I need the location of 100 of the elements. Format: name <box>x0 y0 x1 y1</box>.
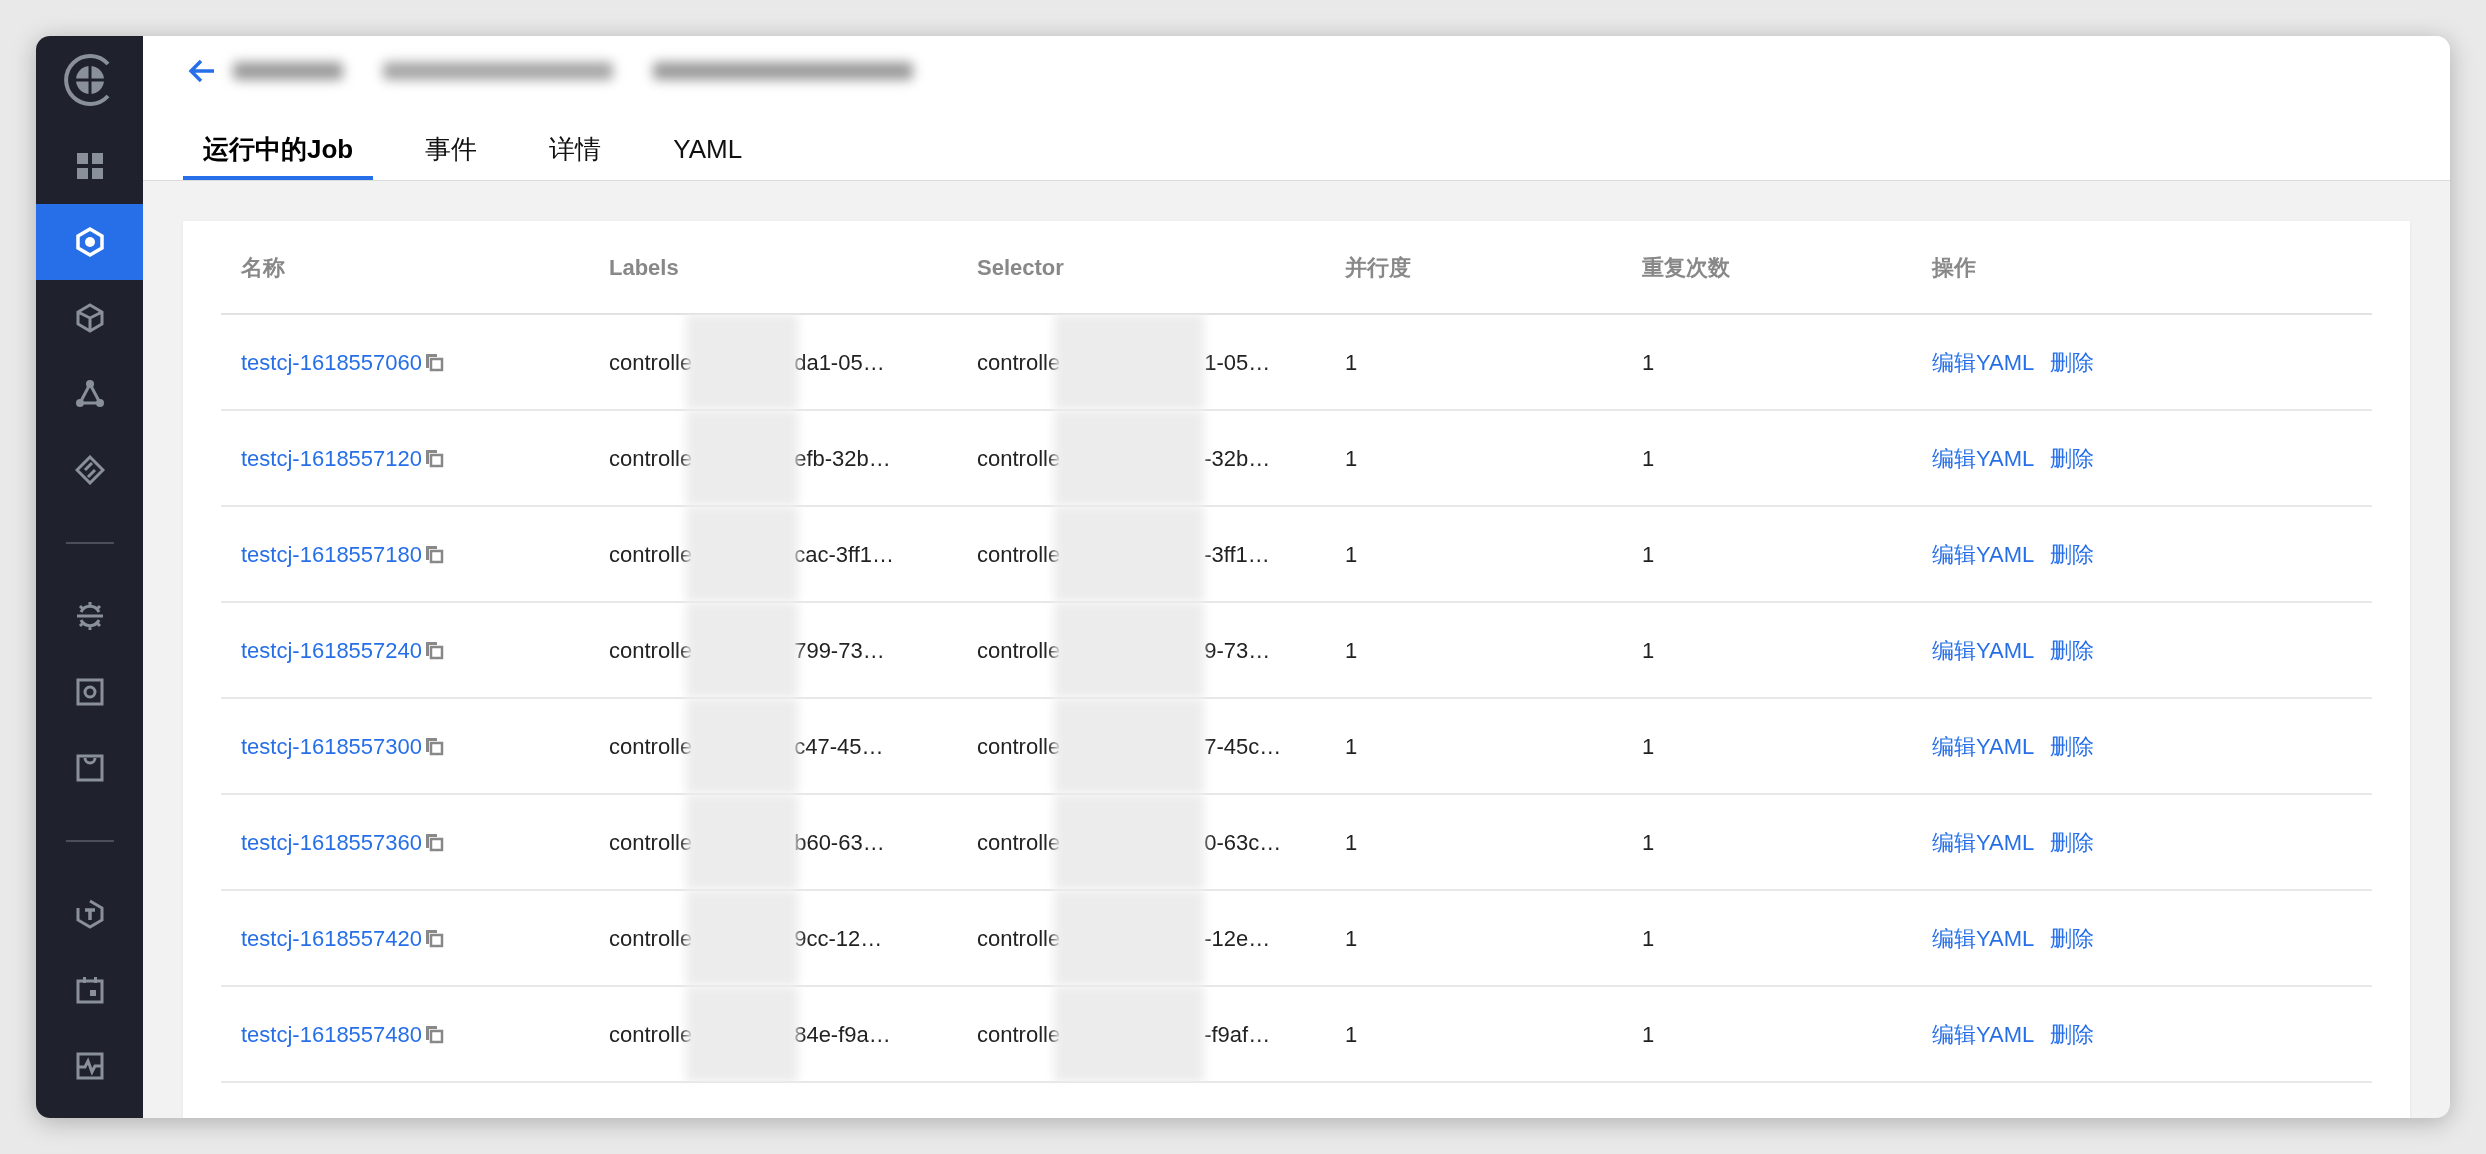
edit-yaml-link[interactable]: 编辑YAML <box>1932 729 2035 763</box>
parallelism-value: 1 <box>1345 541 1358 567</box>
repeat-count: 1 <box>1642 1021 1655 1047</box>
selector-text: controlle <box>977 924 1061 953</box>
job-name-link[interactable]: testcj-1618557240 <box>241 633 423 667</box>
selector-text: controlle <box>977 1020 1061 1049</box>
labels-text: efb-32b… <box>794 444 891 473</box>
copy-icon[interactable] <box>424 736 445 756</box>
column-header: Selector <box>977 255 1064 280</box>
selector-text: controlle <box>977 540 1061 569</box>
copy-icon[interactable] <box>424 832 445 852</box>
copy-icon[interactable] <box>424 928 445 948</box>
repeat-count: 1 <box>1642 445 1655 471</box>
parallelism-value: 1 <box>1345 445 1358 471</box>
job-name-link[interactable]: testcj-1618557420 <box>241 921 423 955</box>
edit-yaml-link[interactable]: 编辑YAML <box>1932 345 2035 379</box>
tab[interactable]: 详情 <box>529 130 622 180</box>
tab[interactable]: 运行中的Job <box>183 130 374 180</box>
edit-yaml-link[interactable]: 编辑YAML <box>1932 441 2035 475</box>
edit-yaml-link[interactable]: 编辑YAML <box>1932 921 2035 955</box>
labels-text: da1-05… <box>794 348 885 377</box>
parallelism-value: 1 <box>1345 733 1358 759</box>
job-name-link[interactable]: testcj-1618557120 <box>241 441 423 475</box>
edit-yaml-link[interactable]: 编辑YAML <box>1932 537 2035 571</box>
column-header: Labels <box>609 255 679 280</box>
delete-link[interactable]: 删除 <box>2050 633 2095 667</box>
job-name-link[interactable]: testcj-1618557480 <box>241 1017 423 1051</box>
delete-link[interactable]: 删除 <box>2050 921 2095 955</box>
tab[interactable]: YAML <box>653 130 763 180</box>
delete-link[interactable]: 删除 <box>2050 345 2095 379</box>
job-name-link[interactable]: testcj-1618557360 <box>241 825 423 859</box>
grid-icon <box>74 151 105 181</box>
parallelism-value: 1 <box>1345 637 1358 663</box>
parallelism-value: 1 <box>1345 349 1358 375</box>
selector-text: 9-73… <box>1204 636 1271 665</box>
labels-text: controlle <box>609 924 693 953</box>
gear-icon <box>74 601 105 631</box>
repeat-count: 1 <box>1642 925 1655 951</box>
labels-text: 799-73… <box>794 636 885 665</box>
parallelism-value: 1 <box>1345 1021 1358 1047</box>
sidebar-item[interactable] <box>36 204 143 280</box>
edit-yaml-link[interactable]: 编辑YAML <box>1932 633 2035 667</box>
labels-text: 9cc-12… <box>794 924 883 953</box>
labels-text: cac-3ff1… <box>794 540 894 569</box>
copy-icon[interactable] <box>424 352 445 372</box>
bag-icon <box>74 753 105 783</box>
copy-icon[interactable] <box>424 448 445 468</box>
selector-text: 7-45c… <box>1204 732 1282 761</box>
selector-text: -3ff1… <box>1204 540 1270 569</box>
hexagon-icon <box>74 227 105 257</box>
repeat-count: 1 <box>1642 829 1655 855</box>
job-name-link[interactable]: testcj-1618557060 <box>241 345 423 379</box>
selector-text: controlle <box>977 636 1061 665</box>
labels-text: controlle <box>609 828 693 857</box>
selector-text: controlle <box>977 828 1061 857</box>
column-header: 并行度 <box>1345 255 1411 280</box>
labels-text: controlle <box>609 732 693 761</box>
job-name-link[interactable]: testcj-1618557300 <box>241 729 423 763</box>
copy-icon[interactable] <box>424 1024 445 1044</box>
repeat-count: 1 <box>1642 733 1655 759</box>
labels-text: controlle <box>609 636 693 665</box>
nodes-icon <box>74 379 105 409</box>
copy-icon[interactable] <box>424 640 445 660</box>
labels-text: controlle <box>609 444 693 473</box>
column-header: 名称 <box>241 255 285 280</box>
pulse-chart-icon <box>74 1051 105 1081</box>
column-header: 重复次数 <box>1642 255 1730 280</box>
repeat-count: 1 <box>1642 637 1655 663</box>
delete-link[interactable]: 删除 <box>2050 1017 2095 1051</box>
selector-text: controlle <box>977 444 1061 473</box>
cube-icon <box>74 303 105 333</box>
repeat-count: 1 <box>1642 349 1655 375</box>
labels-text: c47-45… <box>794 732 884 761</box>
column-header: 操作 <box>1932 255 1976 280</box>
labels-text: controlle <box>609 348 693 377</box>
selector-text: -32b… <box>1204 444 1271 473</box>
hexagon-letter-icon <box>74 899 105 929</box>
parallelism-value: 1 <box>1345 829 1358 855</box>
delete-link[interactable]: 删除 <box>2050 537 2095 571</box>
labels-text: controlle <box>609 1020 693 1049</box>
labels-text: 84e-f9a… <box>794 1020 891 1049</box>
diamond-icon <box>74 455 105 485</box>
delete-link[interactable]: 删除 <box>2050 441 2095 475</box>
selector-text: 0-63c… <box>1204 828 1282 857</box>
labels-text: controlle <box>609 540 693 569</box>
delete-link[interactable]: 删除 <box>2050 825 2095 859</box>
edit-yaml-link[interactable]: 编辑YAML <box>1932 1017 2035 1051</box>
tab[interactable]: 事件 <box>405 130 498 180</box>
calendar-icon <box>74 975 105 1005</box>
delete-link[interactable]: 删除 <box>2050 729 2095 763</box>
repeat-count: 1 <box>1642 541 1655 567</box>
selector-text: -f9af… <box>1204 1020 1271 1049</box>
selector-text: -12e… <box>1204 924 1271 953</box>
labels-text: b60-63… <box>794 828 885 857</box>
edit-yaml-link[interactable]: 编辑YAML <box>1932 825 2035 859</box>
selector-text: 1-05… <box>1204 348 1271 377</box>
copy-icon[interactable] <box>424 544 445 564</box>
selector-text: controlle <box>977 348 1061 377</box>
selector-text: controlle <box>977 732 1061 761</box>
job-name-link[interactable]: testcj-1618557180 <box>241 537 423 571</box>
